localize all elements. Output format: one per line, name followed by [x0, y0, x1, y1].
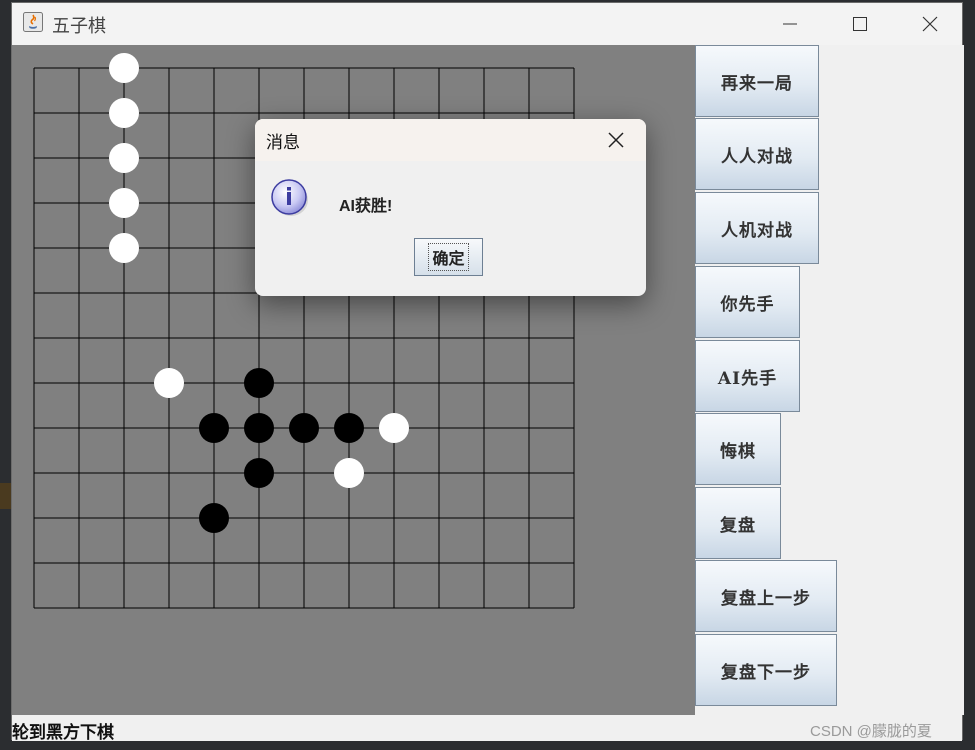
dialog-message: AI获胜!	[339, 198, 393, 215]
dialog-close-icon	[608, 132, 624, 148]
maximize-icon	[853, 17, 867, 31]
white-stone	[109, 233, 139, 263]
dialog-title: 消息	[266, 133, 300, 152]
player-first-button[interactable]: 你先手	[695, 266, 800, 338]
black-stone	[244, 413, 274, 443]
white-stone	[109, 53, 139, 83]
watermark: CSDN @朦胧的夏	[810, 723, 932, 740]
dialog-titlebar: 消息	[255, 119, 646, 161]
replay-button[interactable]: 复盘	[695, 487, 781, 559]
pvp-mode-button[interactable]: 人人对战	[695, 118, 819, 190]
control-panel: 再来一局 人人对战 人机对战 你先手 AI先手 悔棋 复盘 复盘上一步 复盘下一…	[695, 45, 964, 715]
info-icon	[271, 179, 308, 216]
window-titlebar: 五子棋	[12, 3, 962, 45]
white-stone	[379, 413, 409, 443]
white-stone	[334, 458, 364, 488]
message-dialog: 消息 AI获胜! 确定	[255, 119, 646, 296]
minimize-button[interactable]	[755, 3, 825, 45]
white-stone	[109, 143, 139, 173]
ai-first-button[interactable]: AI先手	[695, 340, 800, 412]
black-stone	[199, 413, 229, 443]
minimize-icon	[783, 23, 797, 25]
ide-background-right	[963, 0, 975, 750]
black-stone	[244, 458, 274, 488]
white-stone	[109, 188, 139, 218]
window-title: 五子棋	[52, 16, 106, 37]
white-stone	[154, 368, 184, 398]
gomoku-window: 五子棋 再来一局 人人对战 人机对战 你先手 AI先手 悔棋 复盘 复盘上一步 …	[11, 2, 964, 743]
close-icon	[922, 16, 938, 32]
java-app-icon	[23, 12, 43, 32]
undo-button[interactable]: 悔棋	[695, 413, 781, 485]
black-stone	[199, 503, 229, 533]
black-stone	[289, 413, 319, 443]
ok-button-label: 确定	[428, 243, 469, 271]
maximize-button[interactable]	[825, 3, 895, 45]
turn-status: 轮到黑方下棋	[12, 723, 114, 743]
replay-prev-button[interactable]: 复盘上一步	[695, 560, 837, 632]
close-button[interactable]	[895, 3, 965, 45]
black-stone	[334, 413, 364, 443]
ok-button[interactable]: 确定	[414, 238, 483, 276]
new-game-button[interactable]: 再来一局	[695, 45, 819, 117]
white-stone	[109, 98, 139, 128]
black-stone	[244, 368, 274, 398]
pve-mode-button[interactable]: 人机对战	[695, 192, 819, 264]
replay-next-button[interactable]: 复盘下一步	[695, 634, 837, 706]
dialog-close-button[interactable]	[601, 125, 631, 155]
